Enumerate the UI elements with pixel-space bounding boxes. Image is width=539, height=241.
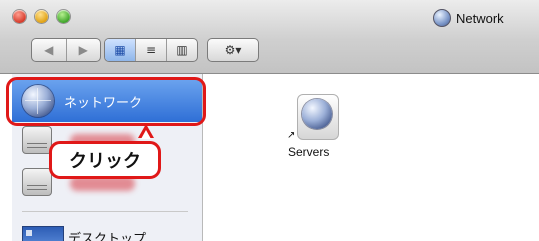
window-title: Network <box>433 9 504 27</box>
forward-button[interactable]: ▶ <box>67 39 101 61</box>
icon-view-button[interactable]: ▦ <box>105 39 136 61</box>
network-globe-icon <box>433 9 451 27</box>
window-title-label: Network <box>456 10 504 26</box>
close-button[interactable] <box>13 10 26 23</box>
finder-window: Network ◀ ▶ ▦ ≡ ▥ ⚙▾ ネットワーク デスクトップ ↗ Ser… <box>0 0 539 241</box>
sidebar-item-network[interactable]: ネットワーク <box>12 80 202 122</box>
callout-tail-inner <box>141 130 151 139</box>
column-view-button[interactable]: ▥ <box>167 39 197 61</box>
alias-arrow-icon: ↗ <box>287 130 296 141</box>
minimize-button[interactable] <box>35 10 48 23</box>
action-gear-button[interactable]: ⚙▾ <box>208 39 258 61</box>
action-menu: ⚙▾ <box>207 38 259 62</box>
file-content-area: ↗ Servers <box>203 74 539 241</box>
sidebar-item-label: ネットワーク <box>64 96 143 111</box>
servers-item[interactable]: ↗ Servers <box>283 94 373 174</box>
hard-drive-icon <box>22 168 52 196</box>
title-toolbar: Network ◀ ▶ ▦ ≡ ▥ ⚙▾ <box>0 0 539 74</box>
sidebar-item-desktop[interactable]: デスクトップ <box>68 228 146 241</box>
click-callout: クリック <box>49 141 161 179</box>
list-view-button[interactable]: ≡ <box>136 39 167 61</box>
sidebar-divider <box>22 211 188 212</box>
servers-label: Servers <box>288 145 330 159</box>
network-globe-icon <box>297 94 339 140</box>
navigation-buttons: ◀ ▶ <box>31 38 101 62</box>
desktop-icon <box>22 226 64 241</box>
network-globe-icon <box>22 85 54 117</box>
view-mode-buttons: ▦ ≡ ▥ <box>104 38 198 62</box>
zoom-button[interactable] <box>57 10 70 23</box>
back-button[interactable]: ◀ <box>32 39 67 61</box>
hard-drive-icon <box>22 126 52 154</box>
